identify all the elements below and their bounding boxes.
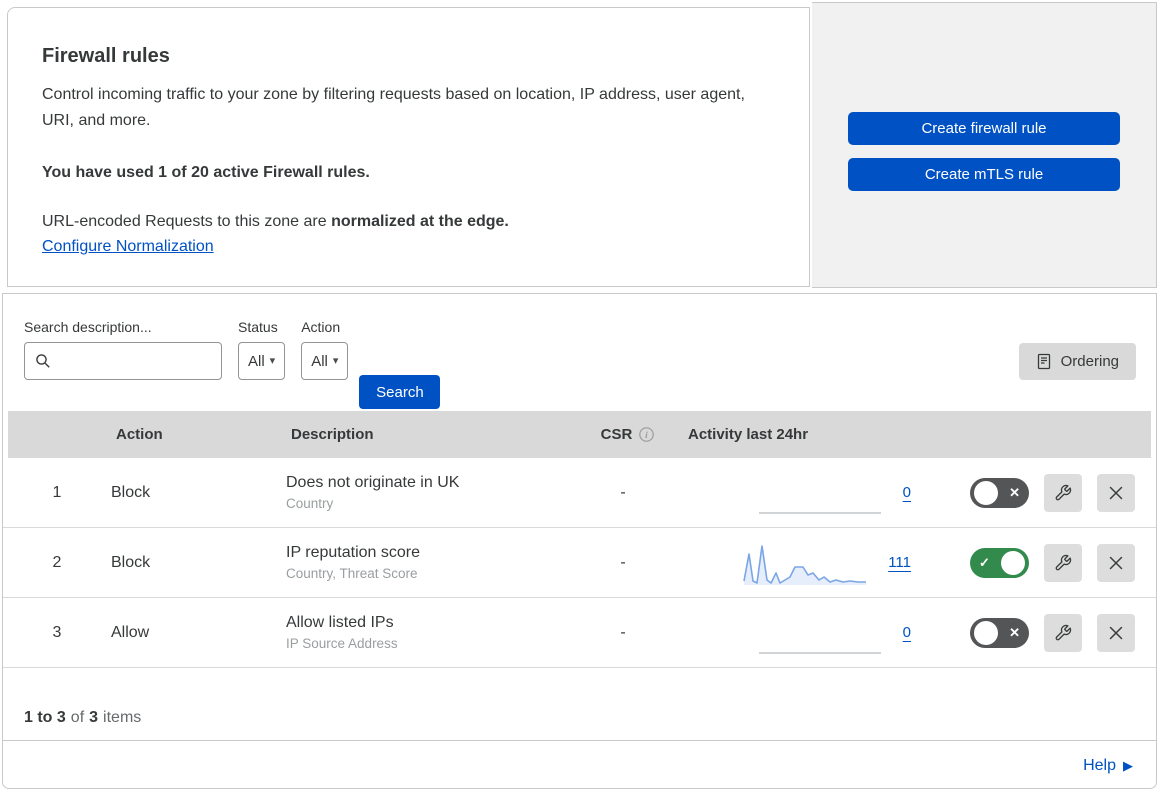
edit-rule-button[interactable] — [1044, 613, 1082, 652]
activity-sparkline — [743, 544, 867, 585]
rule-action: Allow — [111, 623, 150, 641]
create-mtls-rule-button[interactable]: Create mTLS rule — [848, 158, 1120, 191]
rules-list-card: Search description... Status All ▾ Actio… — [2, 293, 1157, 789]
table-body: 1 Block Does not originate in UK Country… — [3, 458, 1156, 668]
help-link[interactable]: Help ▶ — [1083, 757, 1133, 775]
toggle-knob — [974, 480, 998, 505]
ordering-icon — [1036, 353, 1052, 370]
table-row: 1 Block Does not originate in UK Country… — [3, 458, 1156, 528]
status-field: Status All ▾ — [238, 319, 286, 380]
svg-text:i: i — [646, 431, 649, 441]
search-label: Search description... — [24, 319, 152, 335]
help-bar: Help ▶ — [3, 741, 1156, 788]
x-icon: ✕ — [1009, 484, 1020, 500]
delete-rule-button[interactable] — [1097, 613, 1135, 652]
x-icon: ✕ — [1009, 624, 1020, 640]
delete-rule-button[interactable] — [1097, 543, 1135, 582]
column-csr: CSR i — [568, 426, 688, 443]
toggle-knob — [974, 620, 998, 645]
activity-count-link[interactable]: 0 — [903, 484, 911, 501]
rule-action: Block — [111, 483, 151, 501]
arrow-right-icon: ▶ — [1123, 757, 1133, 773]
search-field: Search description... — [24, 319, 222, 380]
wrench-icon — [1055, 554, 1072, 570]
ordering-button[interactable]: Ordering — [1018, 343, 1136, 380]
rule-fields: IP Source Address — [286, 636, 398, 651]
configure-normalization-link[interactable]: Configure Normalization — [42, 238, 214, 256]
activity-count-link[interactable]: 0 — [903, 624, 911, 641]
rule-priority: 2 — [52, 553, 62, 571]
usage-note: You have used 1 of 20 active Firewall ru… — [42, 164, 370, 181]
rule-priority: 1 — [52, 483, 62, 501]
actions-panel: Create firewall rule Create mTLS rule — [812, 2, 1157, 288]
activity-count-link[interactable]: 111 — [888, 554, 911, 571]
filter-bar: Search description... Status All ▾ Actio… — [3, 294, 1156, 411]
rule-action: Block — [111, 553, 151, 571]
wrench-icon — [1055, 624, 1072, 640]
rule-priority: 3 — [52, 623, 62, 641]
action-label: Action — [301, 319, 341, 335]
column-action: Action — [116, 426, 163, 443]
check-icon: ✓ — [979, 554, 990, 570]
status-select[interactable]: All ▾ — [238, 342, 286, 380]
table-row: 2 Block IP reputation score Country, Thr… — [3, 528, 1156, 598]
top-section: Create firewall rule Create mTLS rule Fi… — [0, 0, 1161, 293]
edit-rule-button[interactable] — [1044, 543, 1082, 582]
table-header: Action Description CSR i Activity last 2… — [8, 411, 1151, 458]
page-description: Control incoming traffic to your zone by… — [42, 86, 745, 129]
header-card: Firewall rules Control incoming traffic … — [7, 7, 810, 287]
edit-rule-button[interactable] — [1044, 473, 1082, 512]
status-select-value: All — [248, 352, 265, 370]
info-icon[interactable]: i — [638, 426, 655, 443]
search-input[interactable] — [24, 342, 222, 380]
wrench-icon — [1055, 484, 1072, 500]
column-description: Description — [291, 426, 374, 443]
close-icon — [1109, 556, 1123, 569]
action-field: Action All ▾ — [301, 319, 349, 380]
rule-description: Does not originate in UK — [286, 474, 460, 491]
status-label: Status — [238, 319, 278, 335]
rule-fields: Country, Threat Score — [286, 566, 418, 581]
search-icon — [35, 353, 51, 369]
rule-description: IP reputation score — [286, 544, 421, 561]
items-total: 3 — [89, 709, 99, 726]
activity-sparkline — [758, 511, 881, 514]
activity-sparkline — [758, 651, 881, 654]
close-icon — [1109, 626, 1123, 639]
rule-csr-value: - — [620, 623, 626, 641]
search-button[interactable]: Search — [359, 375, 441, 409]
items-range: 1 to 3 — [24, 709, 66, 726]
table-row: 3 Allow Allow listed IPs IP Source Addre… — [3, 598, 1156, 668]
chevron-down-icon: ▾ — [269, 354, 276, 367]
rule-fields: Country — [286, 496, 334, 511]
rule-enabled-toggle[interactable]: ✕ — [970, 477, 1029, 508]
toggle-knob — [1001, 550, 1025, 575]
normalization-note: URL-encoded Requests to this zone are no… — [42, 213, 509, 230]
chevron-down-icon: ▾ — [332, 354, 339, 367]
close-icon — [1109, 486, 1123, 499]
column-activity: Activity last 24hr — [688, 426, 809, 443]
action-select[interactable]: All ▾ — [301, 342, 349, 380]
rule-enabled-toggle[interactable]: ✓ — [970, 547, 1029, 578]
delete-rule-button[interactable] — [1097, 473, 1135, 512]
create-firewall-rule-button[interactable]: Create firewall rule — [848, 112, 1120, 145]
rule-csr-value: - — [620, 483, 626, 501]
action-select-value: All — [311, 352, 328, 370]
pagination-summary: 1 to 3 of 3 items — [3, 668, 1156, 741]
page-title: Firewall rules — [42, 45, 170, 67]
rule-enabled-toggle[interactable]: ✕ — [970, 617, 1029, 648]
firewall-rules-page: Create firewall rule Create mTLS rule Fi… — [0, 0, 1161, 791]
rule-csr-value: - — [620, 553, 626, 571]
rule-description: Allow listed IPs — [286, 614, 394, 631]
